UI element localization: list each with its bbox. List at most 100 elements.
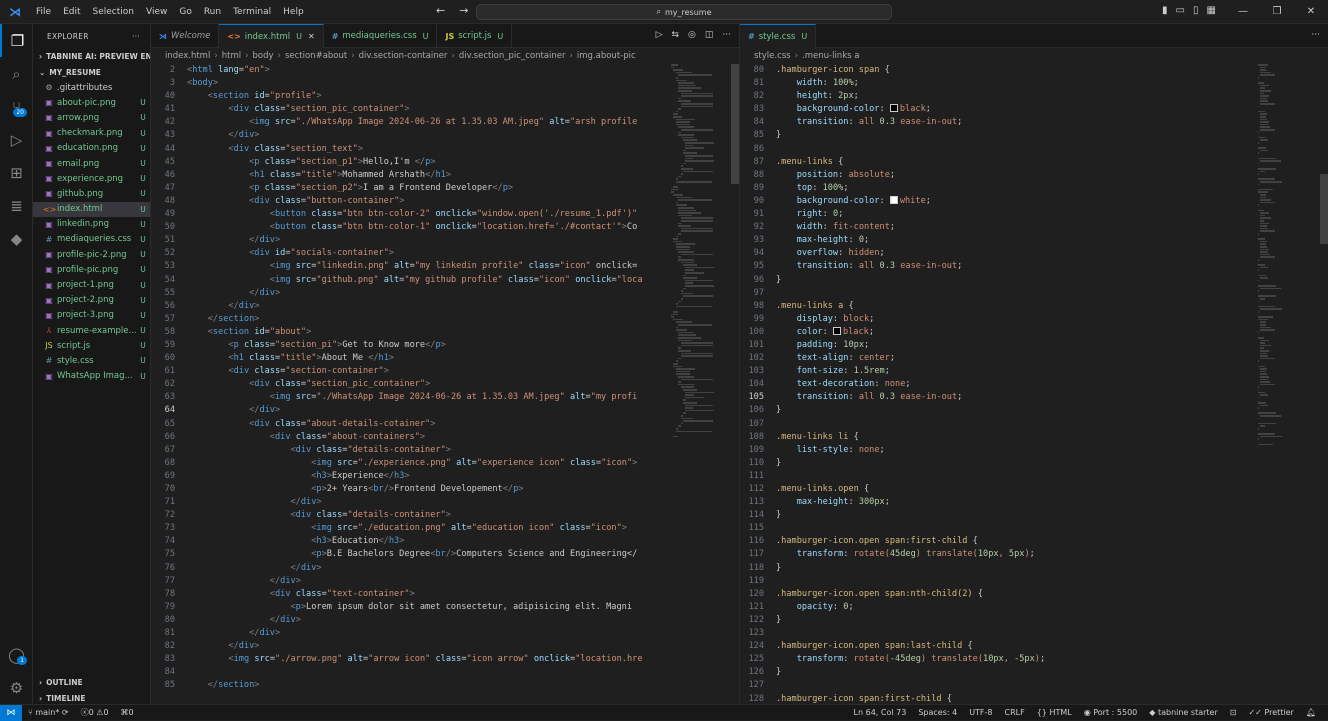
language-mode[interactable]: {} HTML xyxy=(1031,708,1078,717)
file-item[interactable]: JSscript.jsU xyxy=(33,338,150,353)
file-item[interactable]: ▣checkmark.pngU xyxy=(33,126,150,141)
color-swatch[interactable] xyxy=(890,104,898,112)
file-item[interactable]: ▣education.pngU xyxy=(33,141,150,156)
line-text: width: fit-content; xyxy=(776,222,895,232)
preview-icon[interactable]: ◎ xyxy=(688,30,696,40)
code-editor[interactable]: 2<html lang="en">3<body>40 <section id="… xyxy=(151,64,643,693)
file-item[interactable]: ⚙.gitattributes xyxy=(33,80,150,95)
color-swatch[interactable] xyxy=(890,196,898,204)
minimap[interactable] xyxy=(1258,64,1308,704)
file-item[interactable]: ▣project-2.pngU xyxy=(33,293,150,308)
breadcrumb-item[interactable]: body xyxy=(253,51,274,61)
tab-index-html[interactable]: <>index.htmlU✕ xyxy=(219,24,323,48)
menu-help[interactable]: Help xyxy=(277,7,310,17)
file-item[interactable]: ▣project-1.pngU xyxy=(33,277,150,292)
line-number: 83 xyxy=(740,103,776,116)
outline-section[interactable]: ›OUTLINE xyxy=(33,674,151,690)
file-item[interactable]: ▣WhatsApp Imag...U xyxy=(33,369,150,384)
minimap-line xyxy=(685,392,713,394)
file-item[interactable]: ▣email.pngU xyxy=(33,156,150,171)
minimap-line xyxy=(1260,90,1271,92)
breadcrumb-item[interactable]: div.section-container xyxy=(359,51,448,61)
live-server[interactable]: ◉ Port : 5500 xyxy=(1078,708,1144,717)
file-item[interactable]: ▣project-3.pngU xyxy=(33,308,150,323)
file-item[interactable]: #style.cssU xyxy=(33,353,150,368)
file-item[interactable]: ▣about-pic.pngU xyxy=(33,95,150,110)
database-icon[interactable]: ≣ xyxy=(0,189,33,222)
menu-selection[interactable]: Selection xyxy=(87,7,140,17)
toggle-secondary-sidebar-icon[interactable]: ▯ xyxy=(1193,5,1199,16)
file-item[interactable]: ▣profile-pic-2.pngU xyxy=(33,247,150,262)
source-control-icon[interactable]: ⑂20 xyxy=(0,90,33,123)
minimap[interactable] xyxy=(671,64,721,704)
command-center-search[interactable]: ⌕ my_resume xyxy=(476,4,892,20)
search-icon[interactable]: ⌕ xyxy=(0,57,33,90)
file-item[interactable]: ▣arrow.pngU xyxy=(33,110,150,125)
tab-script-js[interactable]: JSscript.jsU xyxy=(437,24,512,48)
settings-gear-icon[interactable]: ⚙ xyxy=(0,671,33,704)
line-ending[interactable]: CRLF xyxy=(999,708,1031,717)
minimap-line xyxy=(1260,181,1282,183)
restore-icon[interactable]: ❐ xyxy=(1260,0,1294,24)
encoding[interactable]: UTF-8 xyxy=(963,708,998,717)
notifications-bell-icon[interactable]: 🔔︎ xyxy=(1300,708,1322,717)
account-icon[interactable]: ◯1 xyxy=(0,638,33,671)
menu-run[interactable]: Run xyxy=(198,7,227,17)
color-swatch[interactable] xyxy=(833,327,841,335)
tabnine-status[interactable]: ◆ tabnine starter xyxy=(1143,708,1224,717)
breadcrumb-item[interactable]: section#about xyxy=(285,51,347,61)
tabnine-section[interactable]: ›TABNINE AI: PREVIEW EN... xyxy=(33,48,150,64)
more-actions-icon[interactable]: ··· xyxy=(1311,30,1320,40)
compare-icon[interactable]: ⇆ xyxy=(671,30,679,40)
file-item[interactable]: #mediaqueries.cssU xyxy=(33,232,150,247)
tab-welcome[interactable]: ⋊Welcome xyxy=(151,24,219,48)
breadcrumb-item[interactable]: html xyxy=(222,51,241,61)
menu-view[interactable]: View xyxy=(140,7,173,17)
more-actions-icon[interactable]: ··· xyxy=(132,32,140,41)
file-item[interactable]: ▣github.pngU xyxy=(33,186,150,201)
run-icon[interactable]: ▷ xyxy=(656,30,663,40)
toggle-sidebar-icon[interactable]: ▮ xyxy=(1162,5,1168,16)
breadcrumb-item[interactable]: .menu-links a xyxy=(802,51,859,61)
run-debug-icon[interactable]: ▷ xyxy=(0,123,33,156)
extensions-icon[interactable]: ⊞ xyxy=(0,156,33,189)
menu-edit[interactable]: Edit xyxy=(57,7,86,17)
forward-arrow-icon[interactable]: → xyxy=(459,4,468,17)
more-actions-icon[interactable]: ··· xyxy=(722,30,731,40)
scrollbar-thumb[interactable] xyxy=(731,64,739,184)
problems-indicator[interactable]: ⓧ0 ⚠0 xyxy=(75,707,115,718)
split-editor-icon[interactable]: ◫ xyxy=(705,30,714,40)
breadcrumb-item[interactable]: img.about-pic xyxy=(577,51,636,61)
minimize-icon[interactable]: — xyxy=(1226,0,1260,24)
cursor-position[interactable]: Ln 64, Col 73 xyxy=(848,708,913,717)
breadcrumb-item[interactable]: index.html xyxy=(165,51,210,61)
branch-indicator[interactable]: ⑂ main* ⟳ xyxy=(22,708,75,717)
file-item[interactable]: <>index.htmlU xyxy=(33,202,150,217)
toggle-panel-icon[interactable]: ▭ xyxy=(1176,5,1185,16)
copilot-icon[interactable]: ⊡ xyxy=(1224,708,1243,717)
file-item[interactable]: ⅄resume-example...U xyxy=(33,323,150,338)
remote-icon[interactable]: ⋈ xyxy=(0,705,22,721)
file-item[interactable]: ▣profile-pic.pngU xyxy=(33,262,150,277)
customize-layout-icon[interactable]: ▦ xyxy=(1206,5,1215,16)
prettier-status[interactable]: ✓✓ Prettier xyxy=(1242,708,1299,717)
ports-indicator[interactable]: ⌘0 xyxy=(115,708,140,717)
indentation[interactable]: Spaces: 4 xyxy=(912,708,963,717)
tab-mediaqueries-css[interactable]: #mediaqueries.cssU xyxy=(324,24,438,48)
file-item[interactable]: ▣experience.pngU xyxy=(33,171,150,186)
breadcrumb-item[interactable]: style.css xyxy=(754,51,791,61)
menu-terminal[interactable]: Terminal xyxy=(227,7,277,17)
project-folder[interactable]: ⌄MY_RESUME xyxy=(33,64,150,80)
back-arrow-icon[interactable]: ← xyxy=(436,4,445,17)
tabnine-icon[interactable]: ◆ xyxy=(0,222,33,255)
breadcrumb-item[interactable]: div.section_pic_container xyxy=(459,51,566,61)
menu-file[interactable]: File xyxy=(30,7,57,17)
explorer-icon[interactable]: ❐ xyxy=(0,24,33,57)
menu-go[interactable]: Go xyxy=(173,7,197,17)
tab-style-css[interactable]: #style.cssU xyxy=(740,24,816,48)
scrollbar-thumb[interactable] xyxy=(1320,174,1328,244)
close-icon[interactable]: ✕ xyxy=(1294,0,1328,24)
file-item[interactable]: ▣linkedin.pngU xyxy=(33,217,150,232)
close-icon[interactable]: ✕ xyxy=(308,32,315,41)
code-editor[interactable]: 80.hamburger-icon span {81 width: 100%;8… xyxy=(740,64,1045,706)
